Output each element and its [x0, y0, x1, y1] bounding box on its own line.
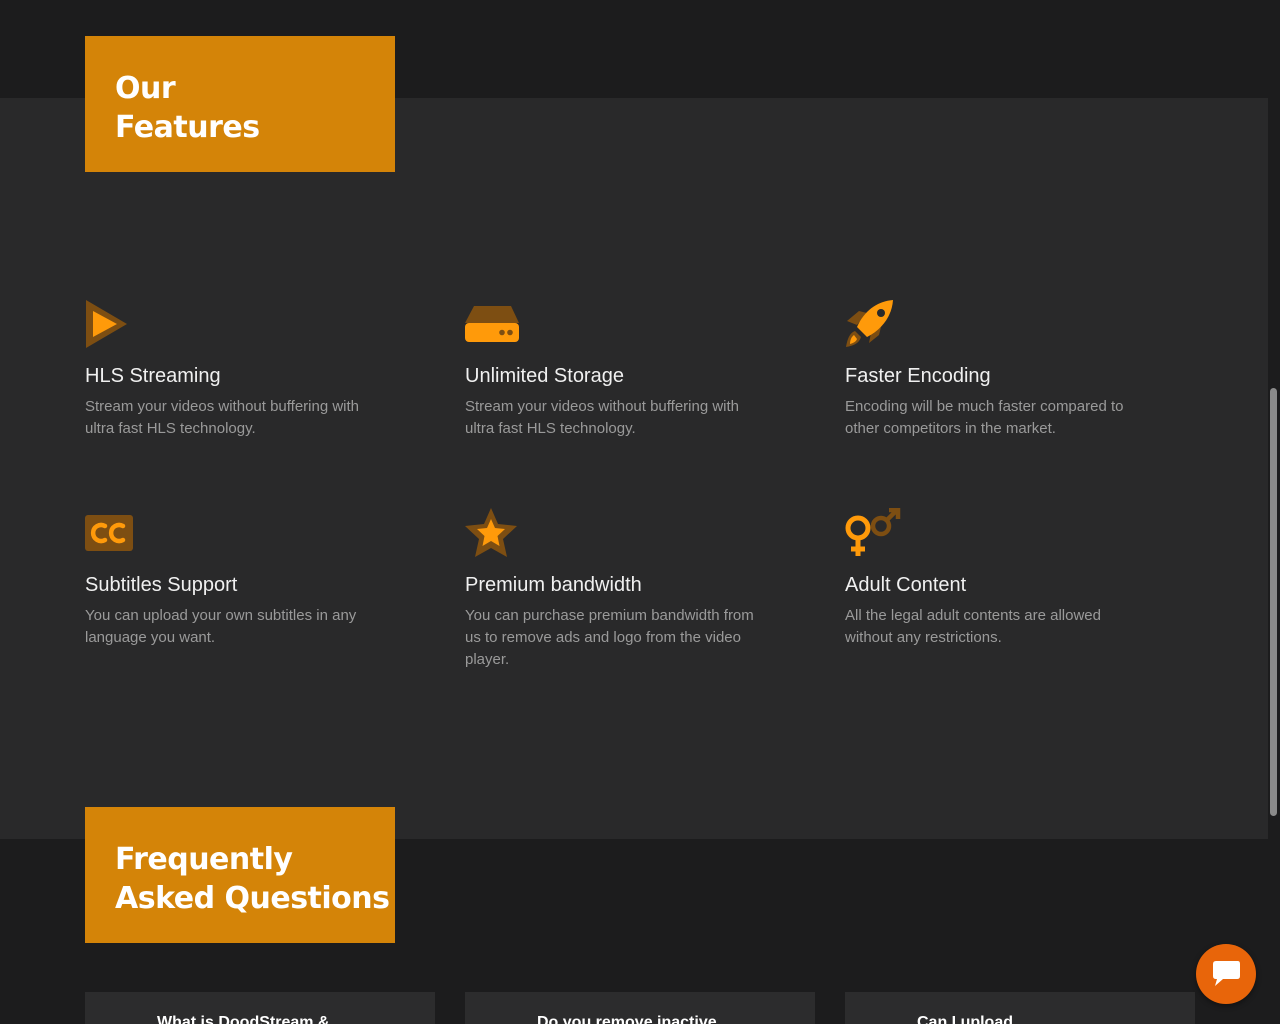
features-heading: Our Features — [85, 36, 395, 172]
feature-description: You can purchase premium bandwidth from … — [465, 607, 754, 668]
page: Our Features HLS Streaming Stream your v… — [0, 0, 1280, 1024]
chat-button[interactable] — [1196, 944, 1256, 1004]
feature-title: Faster Encoding — [845, 365, 991, 387]
hard-drive-icon — [465, 306, 519, 342]
features-section — [0, 98, 1268, 839]
faq-question-1[interactable]: What is DoodStream & — [85, 992, 435, 1024]
play-icon — [86, 300, 127, 348]
faq-question-text: Do you remove inactive — [537, 1014, 717, 1024]
faq-heading-line1: Frequently — [115, 842, 293, 877]
scrollbar-thumb[interactable] — [1270, 388, 1277, 816]
features-heading-line2: Features — [115, 110, 260, 145]
feature-title: Premium bandwidth — [465, 574, 642, 596]
star-icon — [465, 508, 517, 557]
feature-title: HLS Streaming — [85, 365, 221, 387]
feature-title: Subtitles Support — [85, 574, 238, 596]
faq-question-text: Can I upload — [917, 1014, 1013, 1024]
rocket-icon — [846, 300, 893, 347]
features-heading-line1: Our — [115, 71, 176, 106]
feature-description: Stream your videos without buffering wit… — [85, 398, 360, 437]
feature-description: All the legal adult contents are allowed… — [845, 607, 1101, 646]
faq-question-2[interactable]: Do you remove inactive — [465, 992, 815, 1024]
venus-mars-icon — [845, 508, 901, 556]
feature-description: You can upload your own subtitles in any… — [85, 607, 357, 646]
feature-title: Unlimited Storage — [465, 365, 624, 387]
faq-question-text: What is DoodStream & — [157, 1014, 330, 1024]
feature-title: Adult Content — [845, 574, 967, 596]
faq-question-3[interactable]: Can I upload — [845, 992, 1195, 1024]
chat-icon — [1213, 961, 1240, 986]
feature-description: Encoding will be much faster compared to… — [845, 398, 1124, 437]
feature-description: Stream your videos without buffering wit… — [465, 398, 740, 437]
faq-heading: Frequently Asked Questions — [85, 807, 395, 943]
closed-captions-icon — [85, 515, 133, 551]
faq-heading-line2: Asked Questions — [115, 881, 390, 916]
